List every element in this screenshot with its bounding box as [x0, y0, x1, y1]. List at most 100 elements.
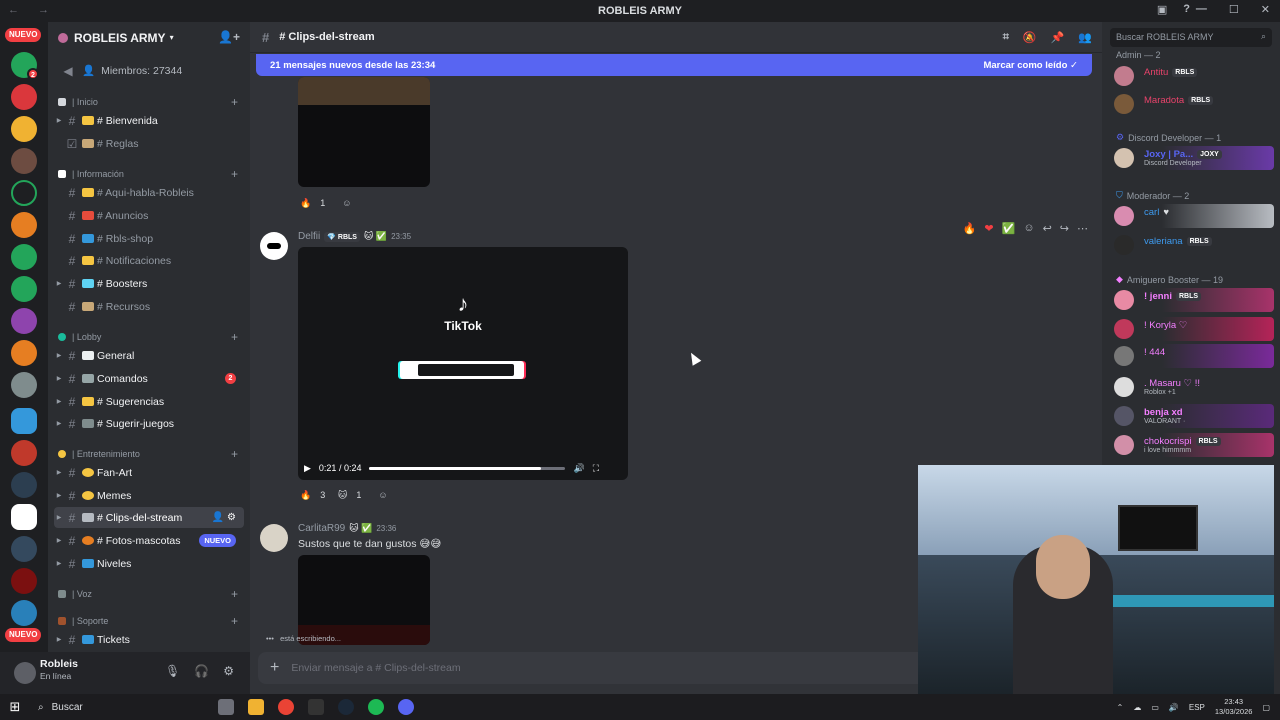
network-icon[interactable]: ▭	[1151, 703, 1159, 712]
server-icon[interactable]	[11, 148, 37, 174]
add-channel-icon[interactable]: +	[231, 447, 238, 461]
windows-start-icon[interactable]: ⊞	[0, 699, 30, 715]
server-icon[interactable]	[11, 116, 37, 142]
new-servers-pill[interactable]: NUEVO	[5, 628, 42, 642]
channel-recursos[interactable]: # # Recursos	[54, 296, 244, 317]
chevron-up-icon[interactable]: ⌃	[1117, 703, 1124, 712]
task-view-icon[interactable]	[218, 699, 234, 715]
gear-icon[interactable]: ⚙	[223, 664, 234, 678]
new-messages-banner[interactable]: 21 mensajes nuevos desde las 23:34 Marca…	[256, 54, 1092, 76]
close-button[interactable]: ✕	[1261, 3, 1270, 16]
epic-games-icon[interactable]	[308, 699, 324, 715]
mark-as-read-button[interactable]: Marcar como leído ✓	[983, 60, 1078, 71]
channel-general[interactable]: ▶ # General	[54, 345, 244, 366]
microphone-icon[interactable]: 🎙	[165, 664, 180, 678]
add-reaction-icon[interactable]: ☺	[1023, 222, 1034, 235]
member-list-icon[interactable]: 👥	[1078, 31, 1092, 44]
server-icon[interactable]	[11, 276, 37, 302]
member-row[interactable]: ! 444	[1114, 344, 1274, 368]
avatar[interactable]	[260, 524, 288, 552]
reaction-fire[interactable]: 🔥 3	[300, 486, 325, 504]
category-informacion[interactable]: | Información +	[58, 167, 244, 181]
avatar[interactable]	[14, 662, 36, 684]
minimize-button[interactable]: —	[1196, 3, 1207, 16]
taskbar-search[interactable]: ⌕ Buscar	[30, 694, 190, 720]
server-icon[interactable]	[11, 244, 37, 270]
notification-bell-icon[interactable]: 🔕	[1023, 31, 1037, 44]
category-entretenimiento[interactable]: | Entretenimiento +	[58, 447, 244, 461]
pin-icon[interactable]: 📌	[1051, 31, 1065, 44]
channel-notificaciones[interactable]: # # Notificaciones	[54, 250, 244, 271]
add-reaction-icon[interactable]: ☺	[342, 198, 351, 208]
member-row[interactable]: Maradota RBLS	[1114, 92, 1274, 116]
language-indicator[interactable]: ESP	[1189, 703, 1205, 712]
video-player[interactable]: ♪ TikTok ▶ 0:21 / 0:24 🔊 ⛶	[298, 247, 628, 480]
server-header[interactable]: ROBLEIS ARMY ▾ 👤+	[48, 22, 250, 53]
chrome-icon[interactable]	[278, 699, 294, 715]
category-soporte[interactable]: | Soporte +	[58, 614, 244, 628]
channel-fan-art[interactable]: ▶ # Fan-Art	[54, 462, 244, 483]
channel-boosters[interactable]: ▶ # # Boosters	[54, 273, 244, 294]
server-icon[interactable]	[11, 440, 37, 466]
add-channel-icon[interactable]: +	[231, 95, 238, 109]
category-inicio[interactable]: | Inicio +	[58, 95, 244, 109]
heart-emoji-icon[interactable]: ❤	[984, 222, 993, 235]
server-icon[interactable]	[11, 600, 37, 626]
add-channel-icon[interactable]: +	[231, 167, 238, 181]
volume-icon[interactable]: 🔊	[573, 463, 584, 474]
discord-icon[interactable]	[398, 699, 414, 715]
avatar[interactable]	[260, 232, 288, 260]
author-name[interactable]: Delfii	[298, 231, 320, 242]
server-icon[interactable]	[11, 84, 37, 110]
member-row[interactable]: Joxy | Pa... JOXY Discord Developer	[1114, 146, 1274, 170]
add-channel-icon[interactable]: +	[231, 614, 238, 628]
message-image[interactable]	[298, 555, 430, 645]
member-row[interactable]: valeriana RBLS	[1114, 233, 1274, 257]
channel-fotos-mascotas[interactable]: ▶ # # Fotos-mascotas NUEVO	[54, 530, 244, 551]
attach-plus-icon[interactable]: +	[270, 659, 279, 677]
channel-rbls-shop[interactable]: # # Rbls-shop	[54, 228, 244, 249]
channel-anuncios[interactable]: # # Anuncios	[54, 205, 244, 226]
server-icon[interactable]	[11, 180, 37, 206]
video-progress-bar[interactable]	[369, 466, 566, 470]
channel-tickets[interactable]: ▶ # Tickets	[54, 629, 244, 650]
check-emoji-icon[interactable]: ✅	[1002, 222, 1016, 235]
channel-niveles[interactable]: ▶ # Niveles	[54, 553, 244, 574]
help-icon[interactable]: ?	[1183, 3, 1190, 16]
channel-sugerir-juegos[interactable]: ▶ # # Sugerir-juegos	[54, 413, 244, 434]
fullscreen-icon[interactable]: ⛶	[593, 463, 599, 474]
headphones-icon[interactable]: 🎧	[194, 664, 209, 678]
reaction-fire[interactable]: 🔥 1 ☺	[300, 194, 351, 212]
cloud-icon[interactable]: ☁	[1133, 703, 1141, 712]
reply-icon[interactable]: ↩	[1043, 222, 1052, 235]
inbox-icon[interactable]: ▣	[1157, 3, 1167, 16]
category-lobby[interactable]: | Lobby +	[58, 330, 244, 344]
member-row[interactable]: . Masaru ♡ !! Roblox +1	[1114, 375, 1274, 399]
member-row[interactable]: benja xd VALORANT ·	[1114, 404, 1274, 428]
server-icon[interactable]	[11, 212, 37, 238]
channel-aqui-habla[interactable]: # # Aqui-habla-Robleis	[54, 182, 244, 203]
reaction-custom[interactable]: 🐱 1 ☺	[338, 486, 388, 504]
new-servers-pill[interactable]: NUEVO	[5, 28, 42, 42]
message-image[interactable]	[298, 77, 430, 187]
add-channel-icon[interactable]: +	[231, 587, 238, 601]
member-row[interactable]: Antitu RBLS	[1114, 64, 1274, 88]
channel-sugerencias[interactable]: ▶ # # Sugerencias	[54, 391, 244, 412]
channel-clips-del-stream[interactable]: ▶ # # Clips-del-stream 👤 ⚙	[54, 507, 244, 528]
member-row[interactable]: ! jenni RBLS	[1114, 288, 1274, 312]
volume-icon[interactable]: 🔊	[1169, 703, 1179, 712]
server-icon[interactable]	[11, 408, 37, 434]
member-row[interactable]: carl ♥	[1114, 204, 1274, 228]
spotify-icon[interactable]	[368, 699, 384, 715]
threads-icon[interactable]: ⌗	[1003, 31, 1009, 44]
channel-bienvenida[interactable]: ▶ # # Bienvenida	[54, 110, 244, 131]
add-channel-icon[interactable]: +	[231, 330, 238, 344]
more-icon[interactable]: ⋯	[1077, 222, 1088, 235]
category-voz[interactable]: | Voz +	[58, 587, 244, 601]
server-icon[interactable]	[11, 372, 37, 398]
server-icon[interactable]	[11, 568, 37, 594]
video-embed-button[interactable]	[400, 361, 524, 379]
maximize-button[interactable]: ☐	[1229, 3, 1239, 16]
server-icon[interactable]	[11, 472, 37, 498]
file-explorer-icon[interactable]	[248, 699, 264, 715]
